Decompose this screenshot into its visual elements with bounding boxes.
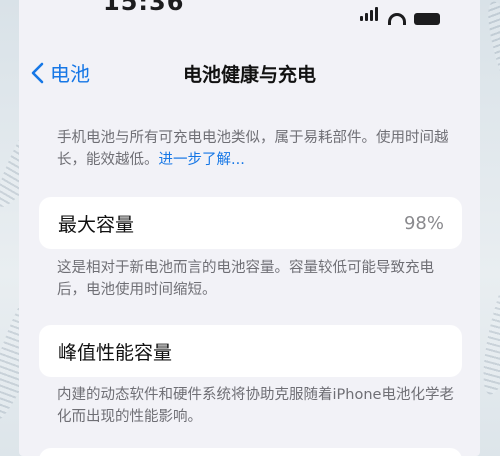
- page-title: 电池健康与充电: [182, 64, 316, 86]
- max-capacity-value: 98%: [403, 212, 444, 234]
- max-capacity-row: 最大容量 98%: [39, 197, 462, 249]
- learn-more-link[interactable]: 进一步了解...: [159, 152, 245, 168]
- cellular-signal-icon: [360, 6, 380, 25]
- peak-performance-label: 峰值性能容量: [58, 341, 173, 364]
- next-settings-row[interactable]: [39, 448, 462, 456]
- intro-text: 手机电池与所有可充电电池类似，属于易耗部件。使用时间越长，能效越低。进一步了解.…: [57, 127, 457, 171]
- status-icons: [360, 6, 440, 25]
- status-bar: 15:36: [19, 0, 480, 26]
- peak-performance-row[interactable]: 峰值性能容量: [39, 325, 462, 377]
- max-capacity-description: 这是相对于新电池而言的电池容量。容量较低可能导致充电后，电池使用时间缩短。: [57, 260, 434, 298]
- feather-decoration: [476, 0, 500, 158]
- battery-icon: [414, 13, 440, 25]
- phone-screen: 15:36 电池 电池健康与充电 手机电池与所有可充电电池类似，属于易耗部件。使…: [19, 0, 480, 456]
- navigation-bar: 电池 电池健康与充电: [19, 52, 480, 96]
- wifi-icon: [388, 13, 406, 25]
- max-capacity-label: 最大容量: [58, 213, 135, 236]
- peak-performance-description: 内建的动态软件和硬件系统将协助克服随着iPhone电池化学老化而出现的性能影响。: [57, 387, 454, 425]
- intro-description: 手机电池与所有可充电电池类似，属于易耗部件。使用时间越长，能效越低。: [57, 130, 449, 168]
- status-time: 15:36: [103, 0, 185, 16]
